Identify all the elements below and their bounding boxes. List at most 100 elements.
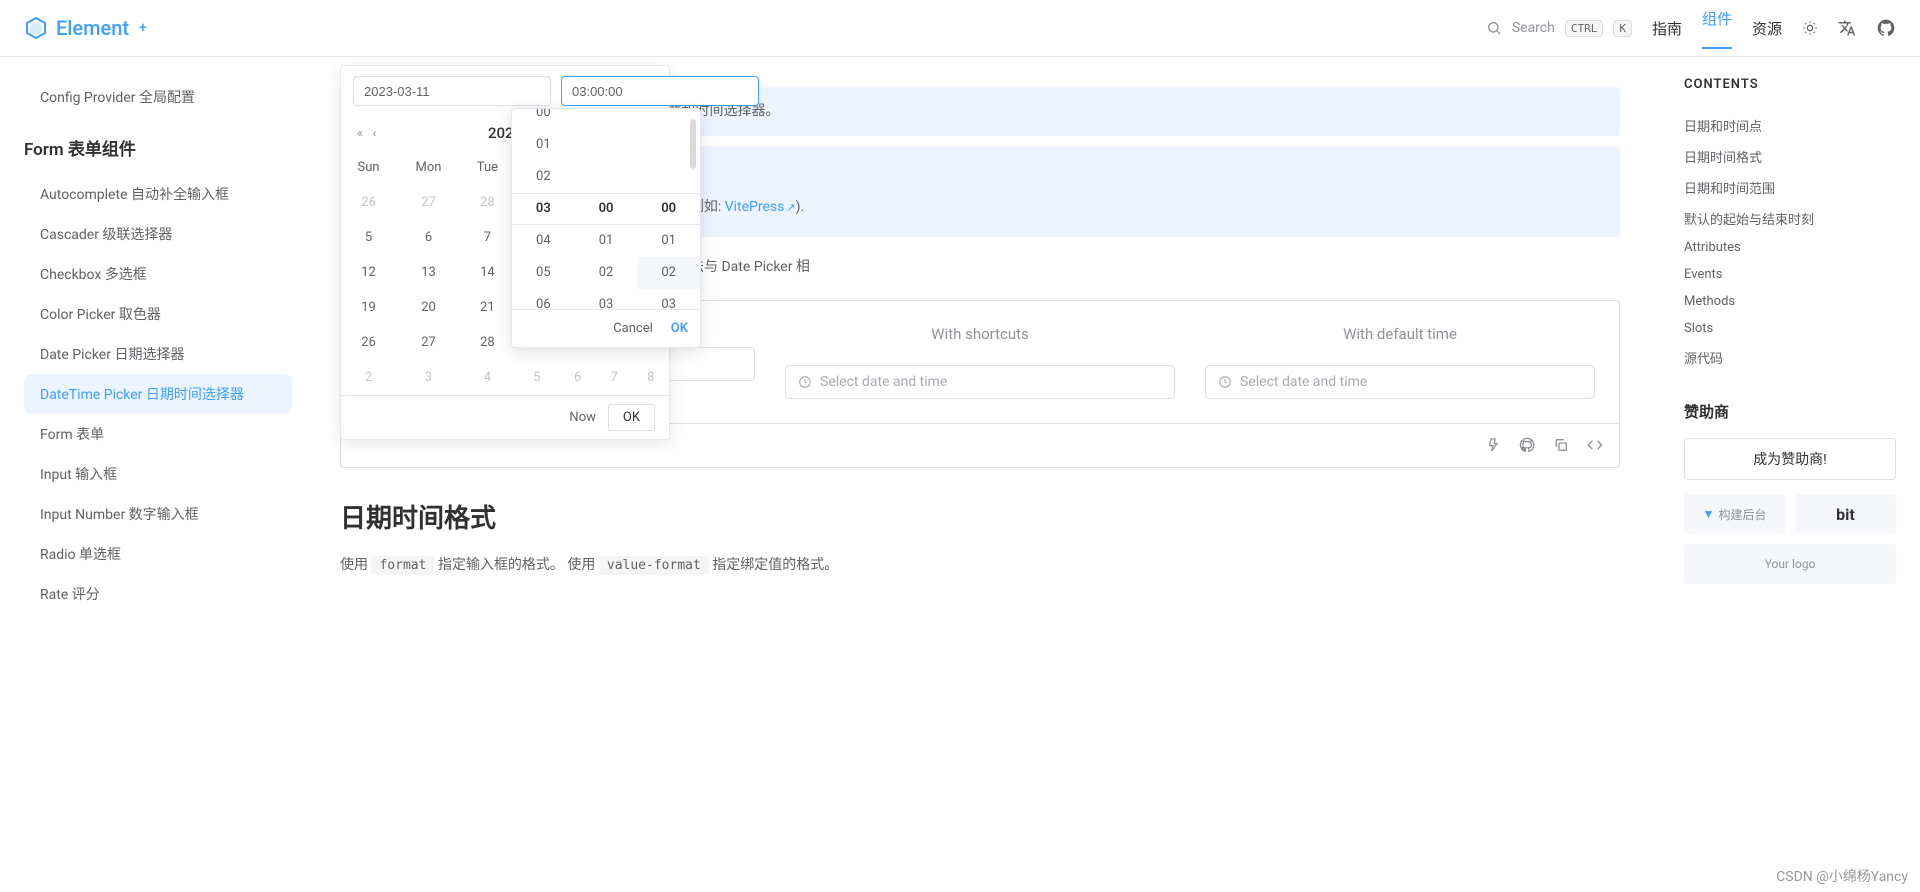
sponsor-bit[interactable]: bit xyxy=(1795,494,1896,534)
github-source-icon[interactable] xyxy=(1519,437,1535,453)
calendar-day[interactable]: 12 xyxy=(341,255,396,290)
calendar-day[interactable]: 5 xyxy=(341,220,396,255)
spinner-item[interactable]: 02 xyxy=(599,257,614,289)
calendar-day[interactable]: 21 xyxy=(461,290,514,325)
calendar-day[interactable]: 13 xyxy=(396,255,461,290)
toc-link[interactable]: Events xyxy=(1684,261,1896,288)
minute-spinner[interactable]: 00010203 xyxy=(575,109,638,309)
theme-toggle-icon[interactable] xyxy=(1802,20,1818,36)
date-input[interactable] xyxy=(353,76,551,106)
ok-button[interactable]: OK xyxy=(608,404,655,431)
calendar-day[interactable]: 7 xyxy=(596,360,633,395)
toc-link[interactable]: Slots xyxy=(1684,315,1896,342)
toc-link[interactable]: 默认的起始与结束时刻 xyxy=(1684,203,1896,234)
sidebar-item-datetimepicker[interactable]: DateTime Picker 日期时间选择器 xyxy=(24,374,292,414)
calendar-day[interactable]: 2 xyxy=(341,360,396,395)
sidebar-item-rate[interactable]: Rate 评分 xyxy=(24,574,292,614)
nav-resources[interactable]: 资源 xyxy=(1752,18,1782,39)
prev-year-icon[interactable]: « xyxy=(357,126,363,140)
datetime-popover: « ‹ 2023 Sun Mon Tue We 2627285671213141… xyxy=(340,65,670,440)
time-spinner-panel: 00010203040506 00010203 00010203 Cancel … xyxy=(511,108,701,348)
sidebar-item-autocomplete[interactable]: Autocomplete 自动补全输入框 xyxy=(24,174,292,214)
time-input[interactable] xyxy=(561,76,759,106)
sidebar-item-cascader[interactable]: Cascader 级联选择器 xyxy=(24,214,292,254)
copy-icon[interactable] xyxy=(1553,437,1569,453)
calendar-day[interactable]: 28 xyxy=(461,185,514,220)
prev-month-icon[interactable]: ‹ xyxy=(373,126,377,140)
calendar-day[interactable]: 28 xyxy=(461,325,514,360)
sidebar-item-input[interactable]: Input 输入框 xyxy=(24,454,292,494)
github-icon[interactable] xyxy=(1876,18,1896,38)
datetime-input-3[interactable]: Select date and time xyxy=(1205,365,1595,399)
toc-link[interactable]: 日期和时间点 xyxy=(1684,110,1896,141)
kbd-ctrl: CTRL xyxy=(1565,20,1604,37)
spinner-item[interactable]: 01 xyxy=(536,129,551,161)
playground-icon[interactable] xyxy=(1485,437,1501,453)
sidebar-item-datepicker[interactable]: Date Picker 日期选择器 xyxy=(24,334,292,374)
sponsor-vbuild[interactable]: ▼构建后台 xyxy=(1684,494,1785,534)
logo[interactable]: Element+ xyxy=(24,16,147,40)
now-button[interactable]: Now xyxy=(569,410,595,425)
toc-link[interactable]: 日期和时间范围 xyxy=(1684,172,1896,203)
spinner-item[interactable]: 03 xyxy=(661,289,676,309)
sidebar-item-checkbox[interactable]: Checkbox 多选框 xyxy=(24,254,292,294)
spinner-item[interactable]: 03 xyxy=(599,289,614,309)
code-toggle-icon[interactable] xyxy=(1587,437,1603,453)
spinner-item[interactable]: 04 xyxy=(536,225,551,257)
sidebar-item-inputnumber[interactable]: Input Number 数字输入框 xyxy=(24,494,292,534)
spinner-item[interactable]: 00 xyxy=(661,193,676,225)
sidebar-item-form[interactable]: Form 表单 xyxy=(24,414,292,454)
spinner-item[interactable]: 01 xyxy=(599,225,614,257)
calendar-day[interactable]: 5 xyxy=(514,360,560,395)
become-sponsor-button[interactable]: 成为赞助商! xyxy=(1684,438,1896,480)
calendar-day[interactable]: 19 xyxy=(341,290,396,325)
top-header: Element+ Search CTRL K 指南 组件 资源 xyxy=(0,0,1920,57)
time-ok-button[interactable]: OK xyxy=(671,321,688,336)
spinner-item[interactable]: 02 xyxy=(637,257,700,289)
sidebar-item-colorpicker[interactable]: Color Picker 取色器 xyxy=(24,294,292,334)
calendar-day[interactable]: 14 xyxy=(461,255,514,290)
calendar-day[interactable]: 7 xyxy=(461,220,514,255)
hour-spinner[interactable]: 00010203040506 xyxy=(512,109,575,309)
toc-link[interactable]: Attributes xyxy=(1684,234,1896,261)
calendar-day[interactable]: 6 xyxy=(559,360,596,395)
time-cancel-button[interactable]: Cancel xyxy=(613,321,653,336)
sidebar-item-config-provider[interactable]: Config Provider 全局配置 xyxy=(24,77,292,117)
toc-heading: CONTENTS xyxy=(1684,77,1896,92)
spinner-item[interactable]: 00 xyxy=(536,109,551,129)
kbd-k: K xyxy=(1613,20,1632,37)
calendar-day[interactable]: 26 xyxy=(341,185,396,220)
toc-link[interactable]: 源代码 xyxy=(1684,342,1896,373)
calendar-day[interactable]: 3 xyxy=(396,360,461,395)
calendar-day[interactable]: 26 xyxy=(341,325,396,360)
spinner-item[interactable]: 01 xyxy=(661,225,676,257)
nav-guide[interactable]: 指南 xyxy=(1652,18,1682,39)
sidebar-group-form: Form 表单组件 xyxy=(24,117,300,174)
calendar-day[interactable]: 20 xyxy=(396,290,461,325)
brand-text: Element xyxy=(56,16,129,40)
spinner-item[interactable]: 02 xyxy=(536,161,551,193)
spinner-scrollbar[interactable] xyxy=(690,119,696,169)
datetime-input-2[interactable]: Select date and time xyxy=(785,365,1175,399)
calendar-day[interactable]: 6 xyxy=(396,220,461,255)
nav-components[interactable]: 组件 xyxy=(1702,8,1732,49)
search-trigger[interactable]: Search CTRL K xyxy=(1486,20,1632,37)
sponsor-placeholder[interactable]: Your logo xyxy=(1684,544,1896,584)
watermark: CSDN @小绵杨Yancy xyxy=(1776,866,1908,886)
spinner-item[interactable]: 00 xyxy=(599,193,614,225)
calendar-day[interactable]: 4 xyxy=(461,360,514,395)
spinner-item[interactable]: 06 xyxy=(536,289,551,309)
toc-link[interactable]: 日期时间格式 xyxy=(1684,141,1896,172)
spinner-item[interactable]: 05 xyxy=(536,257,551,289)
translate-icon[interactable] xyxy=(1838,19,1856,37)
sidebar: Config Provider 全局配置 Form 表单组件 Autocompl… xyxy=(0,57,300,892)
clock-icon xyxy=(1218,375,1232,389)
spinner-item[interactable]: 03 xyxy=(536,193,551,225)
calendar-day[interactable]: 27 xyxy=(396,325,461,360)
toc-link[interactable]: Methods xyxy=(1684,288,1896,315)
link-vitepress[interactable]: VitePress↗ xyxy=(725,199,796,215)
sidebar-item-radio[interactable]: Radio 单选框 xyxy=(24,534,292,574)
calendar-day[interactable]: 8 xyxy=(632,360,669,395)
calendar-day[interactable]: 27 xyxy=(396,185,461,220)
sponsor-heading: 赞助商 xyxy=(1684,401,1896,422)
